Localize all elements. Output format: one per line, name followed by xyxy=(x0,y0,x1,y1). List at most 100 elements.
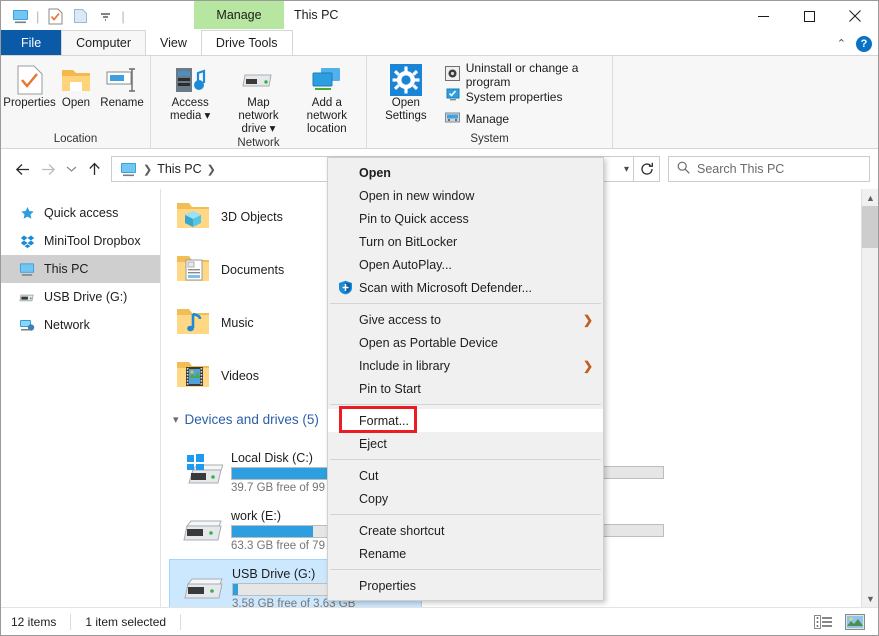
ribbon-button-properties[interactable]: Properties xyxy=(7,60,52,110)
ribbon-button-manage[interactable]: Manage xyxy=(441,108,606,130)
ribbon-button-label: Uninstall or change a program xyxy=(466,61,602,89)
ribbon-button-system-properties[interactable]: System properties xyxy=(441,86,606,108)
menu-item-open-autoplay[interactable]: Open AutoPlay... xyxy=(328,253,603,276)
details-view-button[interactable] xyxy=(810,611,836,633)
qat-divider-2: | xyxy=(119,9,126,24)
ribbon-button-map-network-drive[interactable]: Map network drive ▾ xyxy=(225,60,291,137)
access-media-icon xyxy=(174,63,206,97)
ribbon-button-open-settings[interactable]: Open Settings xyxy=(373,60,439,123)
menu-item-rename[interactable]: Rename xyxy=(328,542,603,565)
large-icons-view-button[interactable] xyxy=(842,611,868,633)
ribbon-button-rename[interactable]: Rename xyxy=(100,60,144,110)
breadcrumb-this-pc[interactable]: This PC xyxy=(154,162,204,176)
sidebar-item-label: Quick access xyxy=(44,206,118,220)
tab-view[interactable]: View xyxy=(146,30,201,55)
ribbon-button-uninstall-program[interactable]: Uninstall or change a program xyxy=(441,64,606,86)
collapse-ribbon-icon[interactable]: ⌃ xyxy=(837,37,846,50)
breadcrumb-separator[interactable]: ❯ xyxy=(141,163,154,176)
status-bar: 12 items 1 item selected xyxy=(1,607,878,635)
list-item-label: Documents xyxy=(221,263,284,277)
open-folder-icon xyxy=(61,63,91,97)
defender-shield-icon xyxy=(338,280,359,295)
search-icon xyxy=(677,161,690,177)
maximize-button[interactable] xyxy=(786,1,832,31)
menu-item-pin-to-quick-access[interactable]: Pin to Quick access xyxy=(328,207,603,230)
help-icon[interactable]: ? xyxy=(856,36,872,52)
menu-item-format[interactable]: Format... xyxy=(328,409,603,432)
this-pc-icon[interactable] xyxy=(9,5,31,27)
ribbon-right-controls: ⌃ ? xyxy=(837,31,872,56)
menu-separator xyxy=(330,404,601,405)
refresh-button[interactable] xyxy=(634,156,660,182)
sidebar-item-label: MiniTool Dropbox xyxy=(44,234,141,248)
title-bar: | | Manage This PC xyxy=(1,1,878,31)
tab-drive-tools[interactable]: Drive Tools xyxy=(201,30,293,55)
scrollbar-track[interactable] xyxy=(862,248,878,590)
menu-item-eject[interactable]: Eject xyxy=(328,432,603,455)
menu-item-scan-with-microsoft-defender[interactable]: Scan with Microsoft Defender... xyxy=(328,276,603,299)
ribbon-group-label: Network xyxy=(151,137,366,149)
chevron-down-icon[interactable]: ▾ xyxy=(624,164,629,175)
group-header-label: Devices and drives (5) xyxy=(185,412,319,427)
properties-icon[interactable] xyxy=(44,5,66,27)
back-button[interactable] xyxy=(9,156,35,182)
tab-file[interactable]: File xyxy=(1,30,61,55)
recent-locations-button[interactable] xyxy=(61,156,81,182)
list-item-label: Music xyxy=(221,316,254,330)
up-button[interactable] xyxy=(81,156,107,182)
tab-computer[interactable]: Computer xyxy=(61,30,146,55)
rename-icon xyxy=(106,63,138,97)
menu-separator xyxy=(330,303,601,304)
group-header-devices-and-drives[interactable]: ▾ Devices and drives (5) xyxy=(161,407,319,431)
properties-icon xyxy=(17,63,43,97)
sidebar-item-this-pc[interactable]: This PC xyxy=(1,255,160,283)
menu-item-open[interactable]: Open xyxy=(328,161,603,184)
hdd-icon xyxy=(177,510,223,551)
navigation-pane: Quick access MiniTool Dropbox This PC US… xyxy=(1,189,161,607)
list-item-label: Videos xyxy=(221,369,259,383)
ribbon-group-label: System xyxy=(367,130,612,148)
menu-item-turn-on-bitlocker[interactable]: Turn on BitLocker xyxy=(328,230,603,253)
ribbon-button-add-network-location[interactable]: Add a network location xyxy=(294,60,360,137)
ribbon-button-label: Add a network location xyxy=(299,97,355,137)
search-box[interactable]: Search This PC xyxy=(668,156,870,182)
close-button[interactable] xyxy=(832,1,878,31)
forward-button[interactable] xyxy=(35,156,61,182)
chevron-right-icon: ❯ xyxy=(583,313,593,327)
menu-item-properties[interactable]: Properties xyxy=(328,574,603,597)
menu-item-create-shortcut[interactable]: Create shortcut xyxy=(328,519,603,542)
status-divider xyxy=(70,614,71,630)
search-input[interactable]: Search This PC xyxy=(697,162,784,176)
sidebar-item-quick-access[interactable]: Quick access xyxy=(1,199,160,227)
sidebar-item-minitool-dropbox[interactable]: MiniTool Dropbox xyxy=(1,227,160,255)
vertical-scrollbar[interactable]: ▲ ▼ xyxy=(861,189,878,607)
contextual-tab-group-label: Manage xyxy=(216,8,261,22)
quick-access-toolbar: | | xyxy=(1,5,127,27)
menu-item-pin-to-start[interactable]: Pin to Start xyxy=(328,377,603,400)
scrollbar-thumb[interactable] xyxy=(862,206,878,248)
menu-item-include-in-library[interactable]: Include in library ❯ xyxy=(328,354,603,377)
ribbon: Properties Open Rename Location xyxy=(1,56,878,149)
menu-item-copy[interactable]: Copy xyxy=(328,487,603,510)
menu-item-give-access-to[interactable]: Give access to ❯ xyxy=(328,308,603,331)
scroll-up-arrow-icon[interactable]: ▲ xyxy=(862,189,878,206)
ribbon-button-open[interactable]: Open xyxy=(54,60,98,110)
star-pin-icon xyxy=(19,205,35,221)
menu-item-open-as-portable-device[interactable]: Open as Portable Device xyxy=(328,331,603,354)
minimize-button[interactable] xyxy=(740,1,786,31)
contextual-tab-group-manage: Manage xyxy=(194,1,284,29)
ribbon-button-label: Map network drive ▾ xyxy=(230,97,286,137)
new-folder-icon[interactable] xyxy=(69,5,91,27)
customize-dropdown-icon[interactable] xyxy=(94,5,116,27)
ribbon-button-access-media[interactable]: Access media ▾ xyxy=(157,60,223,123)
network-icon xyxy=(19,317,35,333)
sidebar-item-network[interactable]: Network xyxy=(1,311,160,339)
breadcrumb-separator[interactable]: ❯ xyxy=(205,163,218,176)
map-network-drive-icon xyxy=(241,63,275,97)
scroll-down-arrow-icon[interactable]: ▼ xyxy=(862,590,878,607)
chevron-down-icon[interactable]: ▾ xyxy=(173,413,179,426)
sidebar-item-usb-drive[interactable]: USB Drive (G:) xyxy=(1,283,160,311)
menu-item-open-in-new-window[interactable]: Open in new window xyxy=(328,184,603,207)
usb-drive-icon xyxy=(178,568,224,608)
menu-item-cut[interactable]: Cut xyxy=(328,464,603,487)
